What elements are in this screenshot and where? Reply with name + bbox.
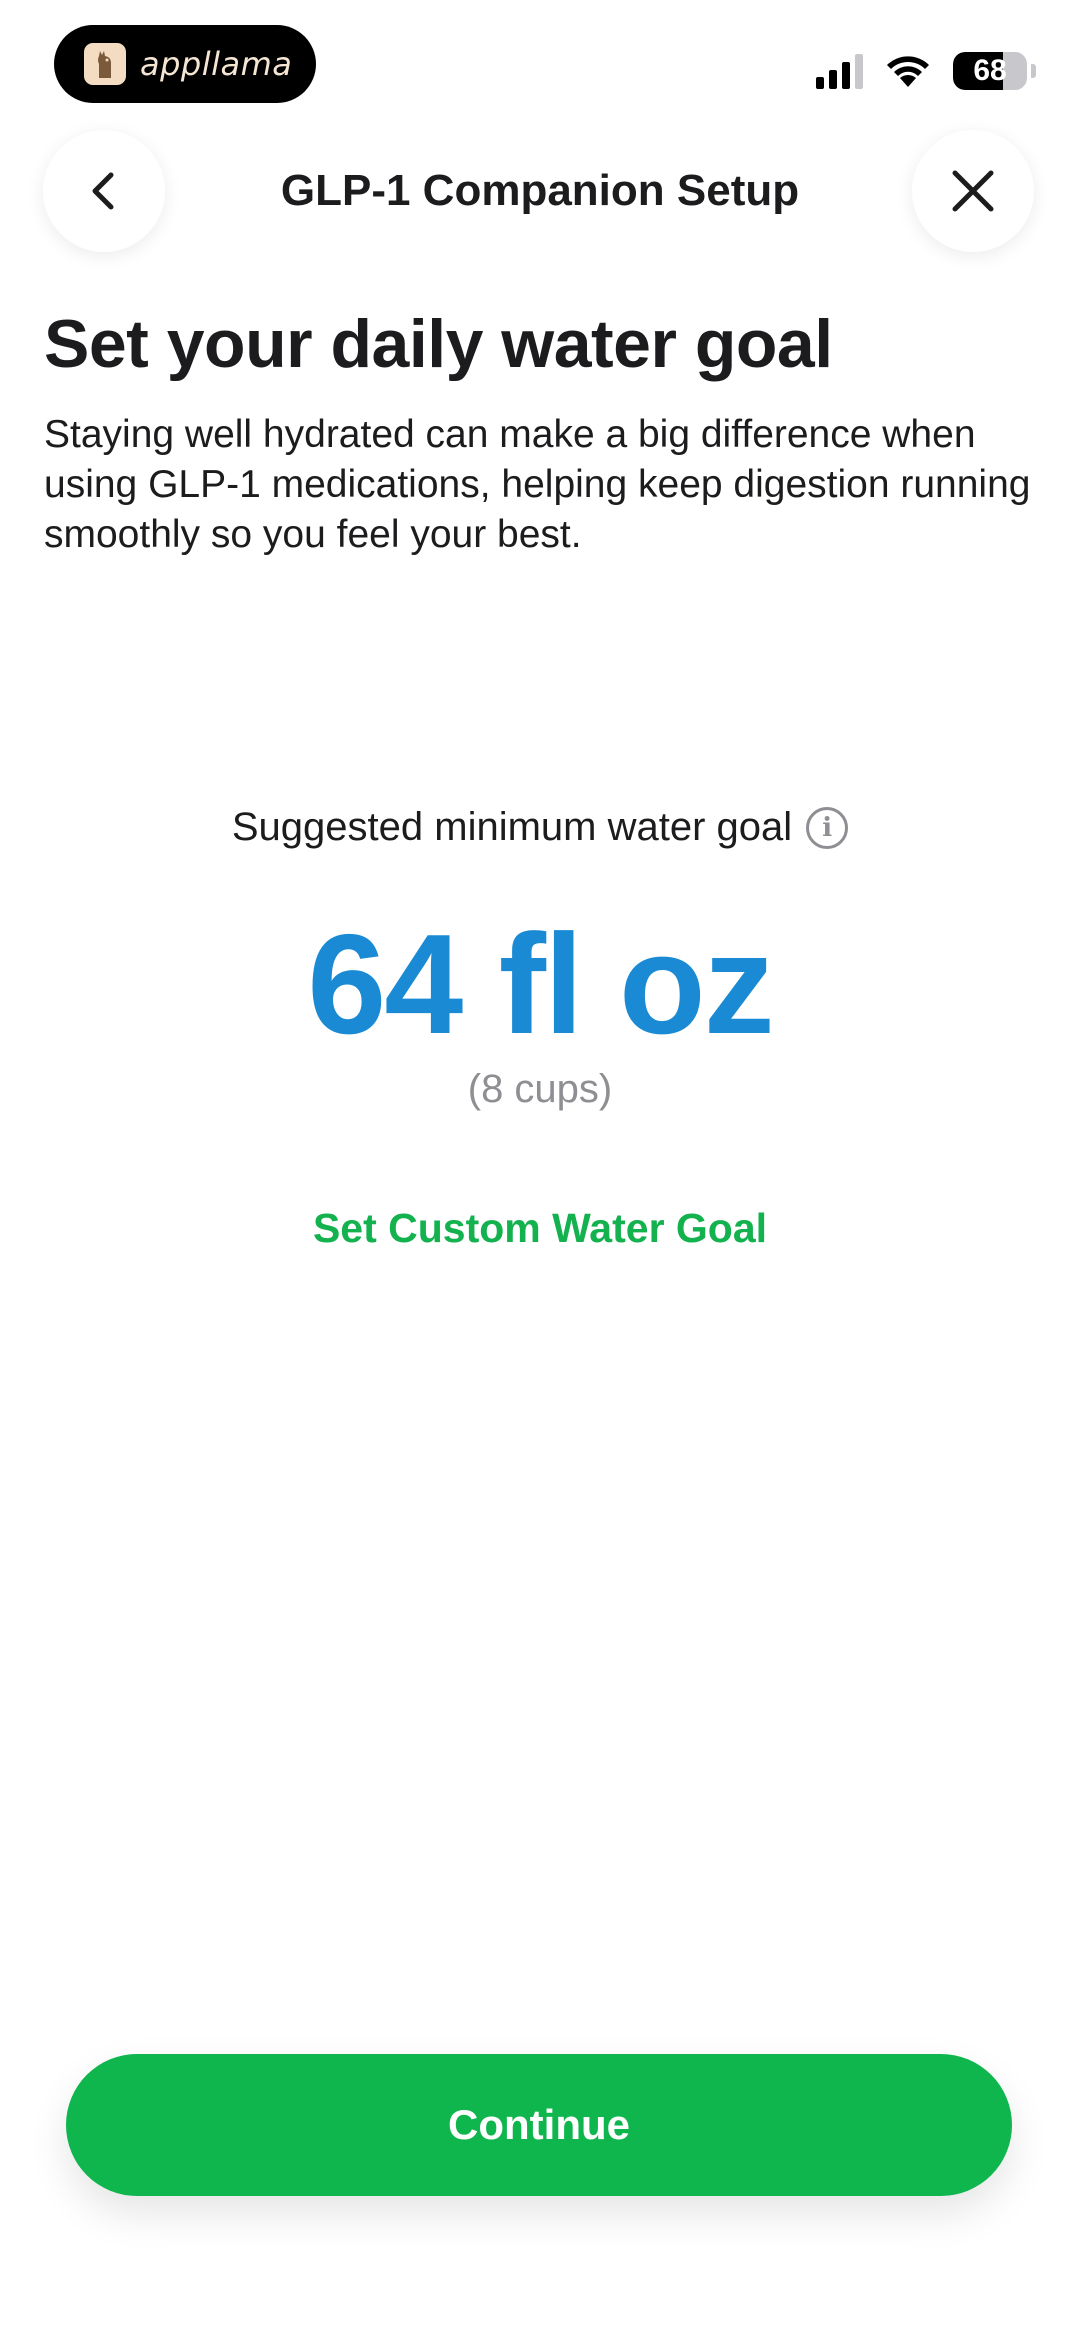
battery-cap <box>1031 64 1036 78</box>
info-icon[interactable]: i <box>806 806 849 849</box>
close-button[interactable] <box>912 130 1034 252</box>
llama-logo-icon <box>84 43 126 85</box>
close-icon <box>952 170 994 212</box>
goal-label: Suggested minimum water goal <box>231 805 793 849</box>
set-custom-goal-link[interactable]: Set Custom Water Goal <box>0 1205 1080 1252</box>
continue-button[interactable]: Continue <box>66 2054 1012 2196</box>
section-heading: Set your daily water goal <box>44 306 833 382</box>
wifi-icon <box>887 56 929 87</box>
app-indicator-pill[interactable]: appllama <box>54 25 316 103</box>
back-button[interactable] <box>43 130 165 252</box>
section-description: Staying well hydrated can make a big dif… <box>44 413 1031 556</box>
screen: appllama 68 GLP-1 Companion Setup Set yo… <box>0 0 1080 2337</box>
status-bar: appllama 68 <box>0 0 1080 120</box>
page-title: GLP-1 Companion Setup <box>280 166 800 215</box>
water-goal-cups: (8 cups) <box>467 1067 613 1111</box>
status-icons: 68 <box>816 46 1036 96</box>
chevron-left-icon <box>92 172 114 210</box>
app-name: appllama <box>140 45 293 83</box>
cellular-signal-icon <box>816 53 863 89</box>
goal-label-row: Suggested minimum water goal i <box>0 805 1080 850</box>
water-goal-value: 64 fl oz <box>307 905 774 1064</box>
battery-level: 68 <box>973 54 1007 87</box>
battery-icon: 68 <box>953 52 1027 90</box>
